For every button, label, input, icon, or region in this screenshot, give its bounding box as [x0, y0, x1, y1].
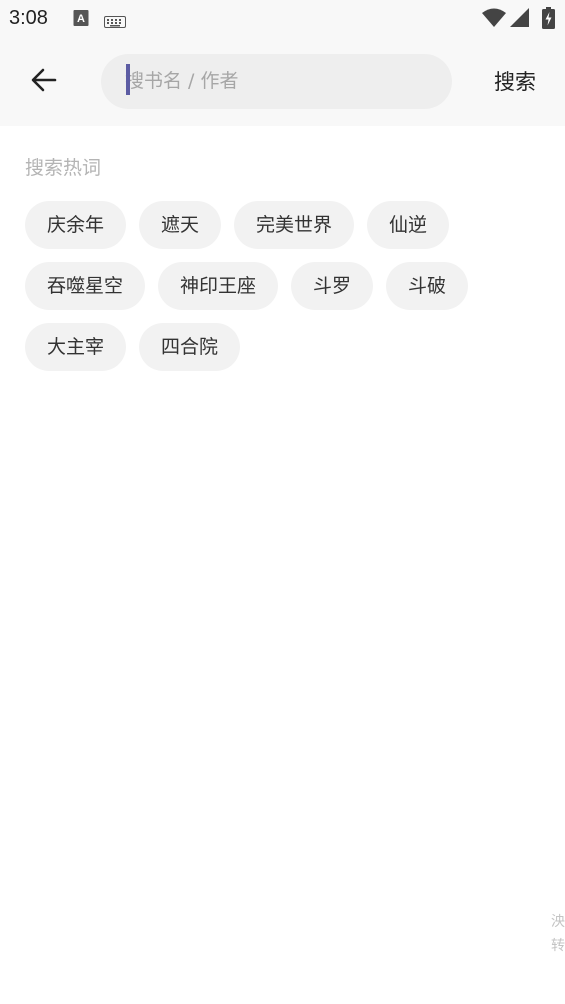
hot-tag[interactable]: 神印王座: [158, 262, 279, 310]
hot-keywords-title: 搜索热词: [25, 157, 102, 179]
text-caret: [126, 64, 130, 95]
search-button[interactable]: 搜索: [478, 62, 552, 102]
hot-tag[interactable]: 庆余年: [25, 201, 127, 249]
status-time: 3:08: [9, 7, 48, 29]
arrow-left-icon: [30, 66, 58, 98]
hot-tag[interactable]: 遮天: [139, 201, 222, 249]
hot-tag[interactable]: 四合院: [139, 323, 241, 371]
hot-tag[interactable]: 完美世界: [234, 201, 355, 249]
search-header: 搜索: [0, 38, 565, 126]
svg-text:A: A: [77, 13, 85, 25]
hot-tag[interactable]: 斗罗: [291, 262, 374, 310]
signal-icon: [510, 8, 530, 32]
hot-tag[interactable]: 斗破: [386, 262, 469, 310]
status-bar: 3:08 A: [0, 0, 565, 38]
hot-keywords-list: 庆余年 遮天 完美世界 仙逆 吞噬星空 神印王座 斗罗 斗破 大主宰 四合院: [25, 201, 545, 371]
side-char: 转: [551, 938, 565, 954]
keyboard-icon: [104, 13, 126, 32]
back-button[interactable]: [24, 62, 64, 102]
wifi-icon: [482, 8, 506, 32]
text-a-icon: A: [73, 9, 89, 31]
side-char: 泱: [551, 914, 565, 930]
hot-tag[interactable]: 仙逆: [367, 201, 450, 249]
hot-tag[interactable]: 大主宰: [25, 323, 127, 371]
battery-charging-icon: [542, 7, 555, 33]
search-box[interactable]: [101, 54, 452, 109]
hot-tag[interactable]: 吞噬星空: [25, 262, 146, 310]
search-input[interactable]: [125, 58, 425, 104]
side-edge-text: 泱 转: [551, 910, 565, 958]
